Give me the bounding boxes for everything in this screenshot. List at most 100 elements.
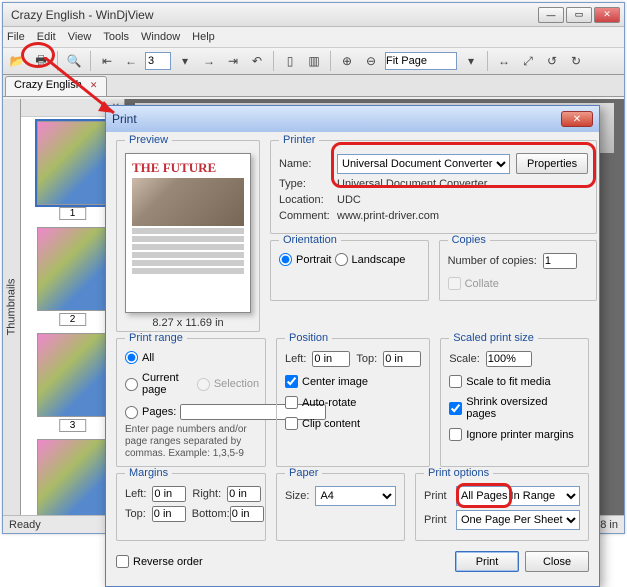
- find-icon[interactable]: 🔍: [64, 51, 84, 71]
- zoom-out-icon[interactable]: ⊖: [361, 51, 381, 71]
- collate-checkbox: [448, 277, 461, 290]
- maximize-button[interactable]: ▭: [566, 7, 592, 23]
- close-button[interactable]: ✕: [594, 7, 620, 23]
- range-pages-label: Pages:: [142, 406, 176, 418]
- clip-content-checkbox[interactable]: [285, 417, 298, 430]
- page-dropdown-icon[interactable]: ▾: [175, 51, 195, 71]
- margin-right-field[interactable]: [227, 486, 261, 502]
- ignore-margins-checkbox[interactable]: [449, 428, 462, 441]
- range-group-label: Print range: [125, 332, 187, 344]
- shrink-checkbox[interactable]: [449, 402, 462, 415]
- preview-dims: 8.27 x 11.69 in: [125, 317, 251, 329]
- print-icon[interactable]: 🖶: [31, 51, 51, 71]
- scaled-group-label: Scaled print size: [449, 332, 538, 344]
- fit-media-checkbox[interactable]: [449, 375, 462, 388]
- menu-file[interactable]: File: [7, 31, 25, 43]
- zoom-in-icon[interactable]: ⊕: [337, 51, 357, 71]
- zoom-select[interactable]: [385, 52, 457, 70]
- margin-bottom-field[interactable]: [230, 506, 264, 522]
- dialog-close-button[interactable]: ✕: [561, 111, 593, 127]
- layout-single-icon[interactable]: ▯: [280, 51, 300, 71]
- landscape-label: Landscape: [352, 254, 406, 266]
- margin-bottom-label: Bottom:: [192, 508, 224, 520]
- menu-view[interactable]: View: [68, 31, 92, 43]
- print-mode1-select[interactable]: All Pages In Range: [456, 486, 580, 506]
- open-icon[interactable]: 📂: [7, 51, 27, 71]
- print-mode2-label: Print: [424, 514, 450, 526]
- copies-num-field[interactable]: [543, 253, 577, 269]
- thumbnails-tab[interactable]: Thumbnails: [3, 99, 21, 515]
- copies-group-label: Copies: [448, 234, 490, 246]
- center-image-checkbox[interactable]: [285, 375, 298, 388]
- minimize-button[interactable]: —: [538, 7, 564, 23]
- page-number-field[interactable]: [145, 52, 171, 70]
- last-page-icon[interactable]: ⇥: [223, 51, 243, 71]
- thumbnail[interactable]: 3: [37, 333, 109, 417]
- menu-edit[interactable]: Edit: [37, 31, 56, 43]
- printer-comment-label: Comment:: [279, 210, 331, 222]
- collate-label: Collate: [465, 278, 499, 290]
- orientation-group-label: Orientation: [279, 234, 341, 246]
- close-tab-icon[interactable]: ✕: [90, 80, 102, 92]
- thumb-caption: 3: [59, 419, 87, 432]
- preview-title: THE FUTURE: [126, 154, 250, 176]
- printer-group-label: Printer: [279, 134, 319, 146]
- margins-group-label: Margins: [125, 467, 172, 479]
- document-tabstrip: Crazy English ✕: [3, 75, 624, 97]
- rotate-right-icon[interactable]: ↻: [566, 51, 586, 71]
- print-mode2-select[interactable]: One Page Per Sheet: [456, 510, 580, 530]
- menu-help[interactable]: Help: [192, 31, 215, 43]
- prev-page-icon[interactable]: ←: [121, 51, 141, 71]
- reverse-order-checkbox[interactable]: [116, 555, 129, 568]
- printer-location-value: UDC: [337, 194, 361, 206]
- fit-width-icon[interactable]: ↔: [494, 51, 514, 71]
- range-all-radio[interactable]: [125, 351, 138, 364]
- margin-top-field[interactable]: [152, 506, 186, 522]
- printer-location-label: Location:: [279, 194, 331, 206]
- thumbnail[interactable]: 4: [37, 439, 109, 515]
- margin-left-field[interactable]: [152, 486, 186, 502]
- titlebar: Crazy English - WinDjView — ▭ ✕: [3, 3, 624, 27]
- center-image-label: Center image: [302, 376, 368, 388]
- print-options-group-label: Print options: [424, 467, 493, 479]
- fit-page-icon[interactable]: ⤢: [518, 51, 538, 71]
- fit-media-label: Scale to fit media: [466, 376, 550, 388]
- pos-left-label: Left:: [285, 353, 306, 365]
- scale-label: Scale:: [449, 353, 480, 365]
- zoom-dropdown-icon[interactable]: ▾: [461, 51, 481, 71]
- range-selection-radio: [197, 378, 210, 391]
- back-icon[interactable]: ↶: [247, 51, 267, 71]
- print-preview: THE FUTURE: [125, 153, 251, 313]
- next-page-icon[interactable]: →: [199, 51, 219, 71]
- rotate-left-icon[interactable]: ↺: [542, 51, 562, 71]
- range-current-radio[interactable]: [125, 378, 138, 391]
- layout-continuous-icon[interactable]: ▥: [304, 51, 324, 71]
- close-dialog-button[interactable]: Close: [525, 551, 589, 572]
- landscape-radio[interactable]: [335, 253, 348, 266]
- printer-properties-button[interactable]: Properties: [516, 153, 588, 174]
- printer-comment-value: www.print-driver.com: [337, 210, 439, 222]
- portrait-radio[interactable]: [279, 253, 292, 266]
- menu-tools[interactable]: Tools: [103, 31, 129, 43]
- paper-group-label: Paper: [285, 467, 322, 479]
- menu-window[interactable]: Window: [141, 31, 180, 43]
- scale-field[interactable]: [486, 351, 532, 367]
- printer-name-select[interactable]: Universal Document Converter: [337, 154, 510, 174]
- range-all-label: All: [142, 352, 154, 364]
- paper-size-select[interactable]: A4: [315, 486, 396, 506]
- separator: [487, 51, 488, 71]
- separator: [57, 51, 58, 71]
- print-button[interactable]: Print: [455, 551, 519, 572]
- document-tab[interactable]: Crazy English ✕: [5, 76, 107, 96]
- thumbnail[interactable]: 1: [37, 121, 109, 205]
- dialog-title: Print: [112, 112, 561, 126]
- thumb-caption: 1: [59, 207, 87, 220]
- margin-top-label: Top:: [125, 508, 146, 520]
- range-pages-radio[interactable]: [125, 406, 138, 419]
- auto-rotate-checkbox[interactable]: [285, 396, 298, 409]
- preview-group-label: Preview: [125, 134, 172, 146]
- thumbnail[interactable]: 2: [37, 227, 109, 311]
- pos-top-field[interactable]: [383, 351, 421, 367]
- first-page-icon[interactable]: ⇤: [97, 51, 117, 71]
- pos-left-field[interactable]: [312, 351, 350, 367]
